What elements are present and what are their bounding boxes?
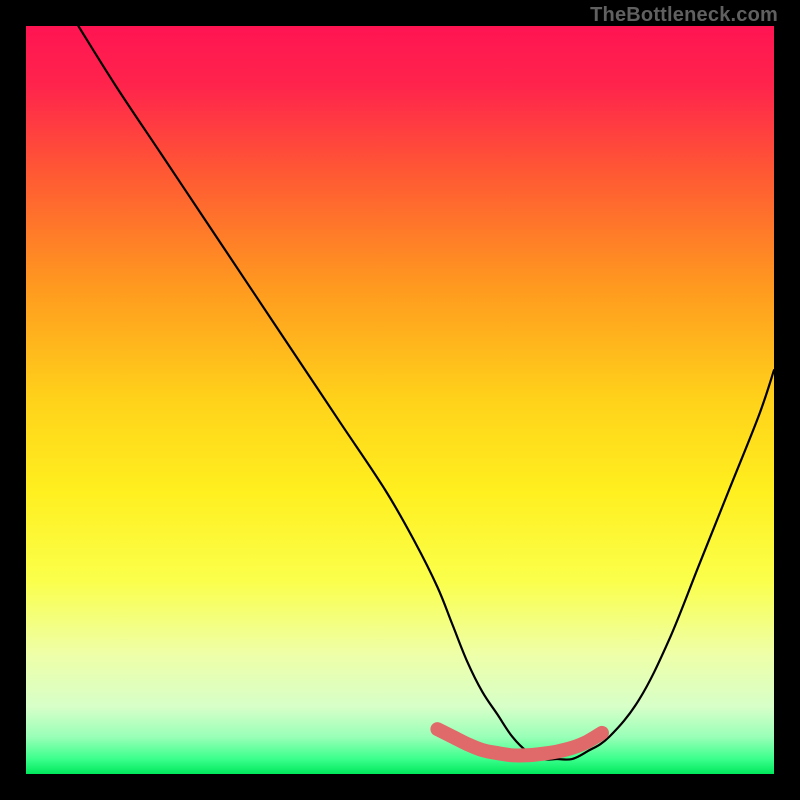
chart-svg — [26, 26, 774, 774]
gradient-bg — [26, 26, 774, 774]
attribution-text: TheBottleneck.com — [590, 4, 778, 27]
chart-frame: TheBottleneck.com — [0, 0, 800, 800]
plot-area — [26, 26, 774, 774]
